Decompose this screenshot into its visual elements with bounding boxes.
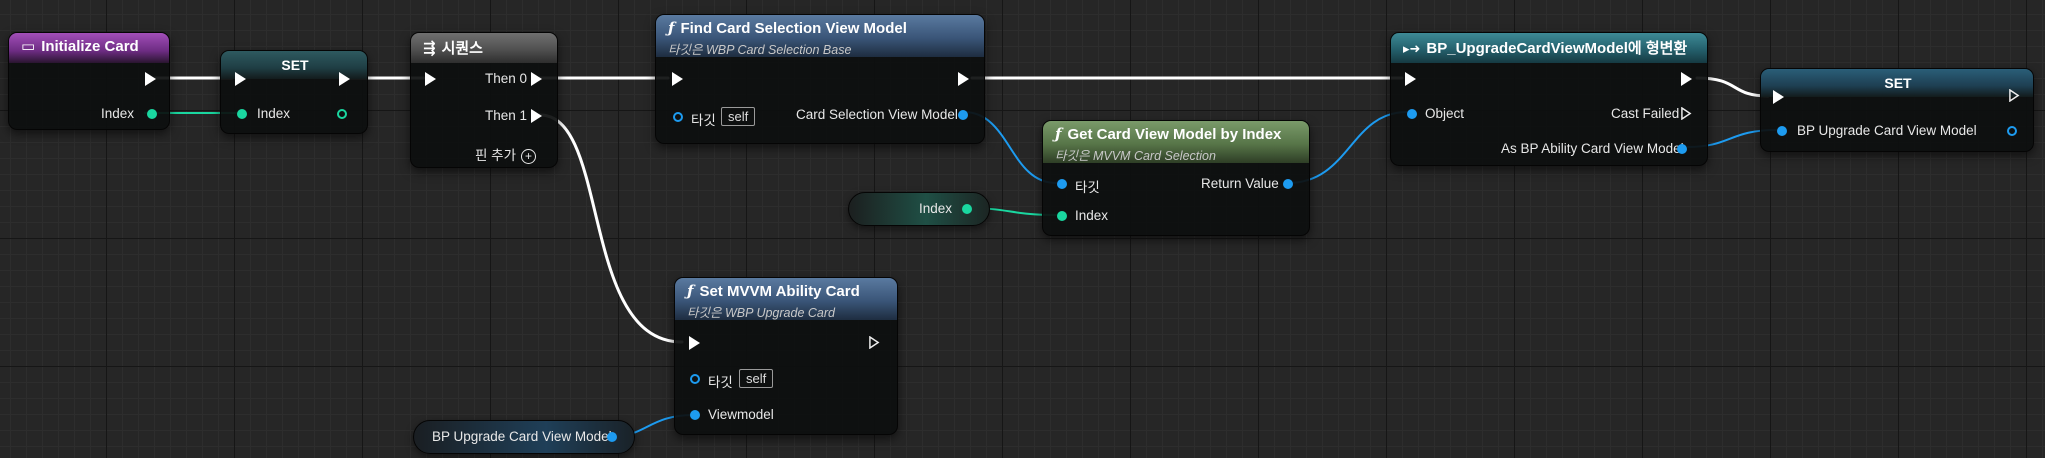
set-mvvm-header: ƒ Set MVVM Ability Card 타깃은 WBP Upgrade C…	[675, 278, 897, 320]
index-label: Index	[257, 106, 291, 121]
exec-wire	[538, 113, 684, 344]
exec-in-pin[interactable]	[425, 72, 436, 86]
index-out-pin[interactable]	[962, 204, 972, 214]
index-out-pin[interactable]	[147, 109, 157, 119]
view-model-out-pin[interactable]	[2007, 126, 2017, 136]
cast-failed-label: Cast Failed	[1611, 106, 1680, 121]
set-mvvm-ability-card-node[interactable]: ƒ Set MVVM Ability Card 타깃은 WBP Upgrade C…	[674, 277, 898, 435]
exec-in-pin[interactable]	[1773, 90, 1784, 104]
target-label: 타깃	[708, 375, 733, 390]
index-var-label: Index	[919, 201, 953, 216]
get-card-view-model-node[interactable]: ƒ Get Card View Model by Index 타깃은 MVVM C…	[1042, 120, 1310, 236]
sequence-header: ⇶ 시퀀스	[411, 33, 557, 63]
node-subtitle: 타깃은 WBP Card Selection Base	[668, 43, 852, 57]
cast-failed-pin[interactable]	[1681, 107, 1692, 120]
add-pin-button[interactable]: 핀 추가 +	[475, 144, 537, 164]
return-out-pin[interactable]	[1283, 179, 1293, 189]
index-out-pin[interactable]	[337, 109, 347, 119]
card-selection-out-pin[interactable]	[958, 110, 968, 120]
function-icon: ƒ	[687, 282, 694, 300]
output-label: Card Selection View Model	[796, 107, 958, 122]
add-pin-label: 핀 추가	[475, 148, 517, 163]
set-view-model-node[interactable]: SET BP Upgrade Card View Model	[1760, 68, 2034, 152]
exec-in-pin[interactable]	[672, 72, 683, 86]
view-model-label: BP Upgrade Card View Model	[1797, 123, 1977, 138]
viewmodel-label: Viewmodel	[708, 407, 774, 422]
get-card-header: ƒ Get Card View Model by Index 타깃은 MVVM C…	[1043, 121, 1309, 163]
node-subtitle: 타깃은 WBP Upgrade Card	[687, 306, 835, 320]
target-label: 타깃	[691, 113, 716, 128]
exec-in-pin[interactable]	[689, 336, 700, 350]
target-in-pin[interactable]	[673, 112, 683, 122]
node-title: SET	[1884, 75, 1912, 91]
view-model-var-label: BP Upgrade Card View Model	[432, 429, 612, 444]
then1-label: Then 1	[485, 108, 528, 123]
node-title: Set MVVM Ability Card	[699, 283, 860, 300]
as-output-pin[interactable]	[1677, 144, 1687, 154]
target-self-field[interactable]: self	[721, 107, 756, 126]
set-header: SET	[1761, 69, 2033, 97]
cast-icon: ▸➜	[1403, 42, 1421, 57]
then0-label: Then 0	[485, 71, 528, 86]
exec-in-pin[interactable]	[235, 72, 246, 86]
object-in-pin[interactable]	[1407, 109, 1417, 119]
target-self-field[interactable]: self	[739, 369, 774, 388]
then0-out-pin[interactable]	[531, 72, 542, 86]
node-title: Get Card View Model by Index	[1067, 126, 1282, 143]
initialize-card-node[interactable]: ▭ Initialize Card Index	[8, 32, 170, 130]
index-in-pin[interactable]	[1057, 211, 1067, 221]
index-label: Index	[101, 106, 135, 121]
node-title: SET	[281, 57, 309, 73]
node-title: 시퀀스	[441, 40, 483, 57]
index-label: Index	[1075, 208, 1109, 223]
as-output-label: As BP Ability Card View Model	[1501, 141, 1684, 156]
cast-node[interactable]: ▸➜ BP_UpgradeCardViewModel에 형변환 Object Ca…	[1390, 32, 1708, 166]
exec-out-pin[interactable]	[869, 336, 880, 349]
then1-out-pin[interactable]	[531, 109, 542, 123]
find-card-selection-node[interactable]: ƒ Find Card Selection View Model 타깃은 WBP …	[655, 14, 985, 144]
target-in-pin[interactable]	[1057, 179, 1067, 189]
exec-out-pin[interactable]	[2009, 89, 2020, 102]
view-model-out-pin[interactable]	[607, 432, 617, 442]
object-label: Object	[1425, 106, 1465, 121]
view-model-variable-node[interactable]: BP Upgrade Card View Model	[413, 420, 635, 454]
node-title: BP_UpgradeCardViewModel에 형변환	[1426, 40, 1688, 57]
exec-out-pin[interactable]	[1681, 72, 1692, 86]
sequence-icon: ⇶	[423, 39, 436, 57]
exec-out-pin[interactable]	[145, 72, 156, 86]
initialize-card-header: ▭ Initialize Card	[9, 33, 169, 63]
node-title: Find Card Selection View Model	[680, 20, 907, 37]
node-subtitle: 타깃은 MVVM Card Selection	[1055, 149, 1216, 163]
viewmodel-in-pin[interactable]	[690, 410, 700, 420]
find-card-header: ƒ Find Card Selection View Model 타깃은 WBP …	[656, 15, 984, 57]
node-title: Initialize Card	[41, 38, 139, 55]
event-icon: ▭	[21, 37, 36, 55]
index-in-pin[interactable]	[237, 109, 247, 119]
return-label: Return Value	[1201, 176, 1279, 191]
exec-out-pin[interactable]	[339, 72, 350, 86]
set-index-node[interactable]: SET Index	[220, 50, 368, 134]
sequence-node[interactable]: ⇶ 시퀀스 Then 0 Then 1 핀 추가 +	[410, 32, 558, 168]
cast-header: ▸➜ BP_UpgradeCardViewModel에 형변환	[1391, 33, 1707, 63]
function-icon: ƒ	[668, 19, 675, 37]
target-label: 타깃	[1075, 180, 1100, 195]
plus-icon: +	[521, 148, 537, 164]
index-variable-node[interactable]: Index	[848, 192, 990, 226]
view-model-in-pin[interactable]	[1777, 126, 1787, 136]
target-in-pin[interactable]	[690, 374, 700, 384]
function-icon: ƒ	[1055, 125, 1062, 143]
exec-out-pin[interactable]	[958, 72, 969, 86]
exec-in-pin[interactable]	[1405, 72, 1416, 86]
